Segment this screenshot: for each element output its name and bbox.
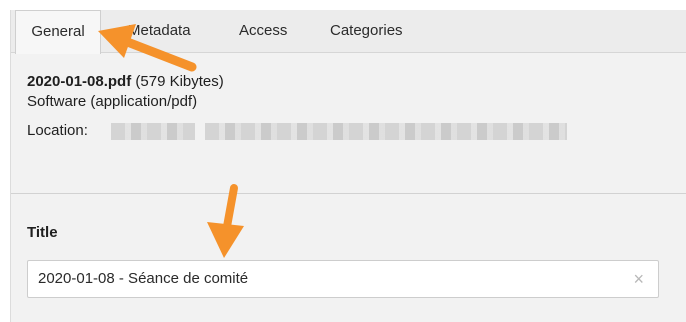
tab-access[interactable]: Access [239,10,287,52]
tab-metadata[interactable]: Metadata [128,10,191,52]
tab-general[interactable]: General [15,10,101,54]
section-divider [11,193,686,194]
tab-bar: General Metadata Access Categories [11,10,686,54]
properties-panel: General Metadata Access Categories 2020-… [10,10,686,322]
title-input[interactable]: 2020-01-08 - Séance de comité × [27,260,659,298]
file-info: 2020-01-08.pdf (579 Kibytes) Software (a… [27,72,224,112]
file-type: Software (application/pdf) [27,93,198,110]
location-value-redacted [205,123,567,140]
file-name: 2020-01-08.pdf [27,73,132,90]
location-label: Location: [27,122,88,139]
clear-icon[interactable]: × [633,261,644,297]
title-label: Title [27,224,58,241]
tab-categories[interactable]: Categories [330,10,403,52]
location-value-redacted [111,123,195,140]
file-size: (579 Kibytes) [135,73,224,90]
title-input-value: 2020-01-08 - Séance de comité [38,270,249,287]
